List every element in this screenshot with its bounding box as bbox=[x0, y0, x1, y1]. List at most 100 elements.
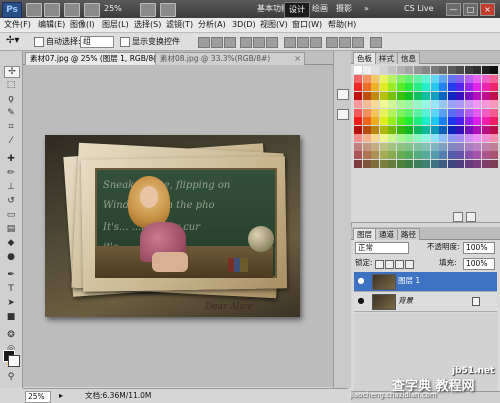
hand-tool-icon[interactable] bbox=[84, 3, 100, 17]
color-swatch[interactable] bbox=[371, 108, 379, 117]
color-swatch[interactable] bbox=[481, 66, 490, 74]
align-bottom-icon[interactable] bbox=[224, 37, 236, 48]
color-swatch[interactable] bbox=[464, 117, 473, 125]
color-swatch[interactable] bbox=[447, 74, 456, 83]
color-swatch[interactable] bbox=[396, 83, 405, 91]
tab-paths[interactable]: 路径 bbox=[397, 228, 420, 240]
color-swatch[interactable] bbox=[388, 125, 396, 134]
3d-rotate-tool-icon[interactable]: ❂ bbox=[4, 330, 18, 340]
color-swatch[interactable] bbox=[464, 142, 473, 151]
color-swatch[interactable] bbox=[354, 142, 362, 151]
distribute-vcenter-icon[interactable] bbox=[297, 37, 309, 48]
color-swatch[interactable] bbox=[379, 108, 388, 117]
color-swatch[interactable] bbox=[473, 142, 481, 151]
lock-image-icon[interactable] bbox=[385, 260, 394, 269]
distribute-bottom-icon[interactable] bbox=[310, 37, 322, 48]
color-swatch[interactable] bbox=[371, 134, 379, 142]
color-swatch[interactable] bbox=[371, 91, 379, 100]
color-swatch[interactable] bbox=[464, 91, 473, 100]
color-swatch[interactable] bbox=[481, 117, 490, 125]
color-swatch[interactable] bbox=[430, 159, 439, 168]
color-swatch[interactable] bbox=[362, 117, 371, 125]
status-menu-arrow-icon[interactable]: ▸ bbox=[59, 391, 63, 401]
status-zoom-field[interactable]: 25% bbox=[25, 391, 51, 403]
workspace-design[interactable]: 设计 bbox=[284, 2, 310, 18]
color-swatch[interactable] bbox=[354, 66, 362, 74]
color-swatch[interactable] bbox=[430, 125, 439, 134]
color-swatch[interactable] bbox=[388, 151, 396, 159]
history-panel-icon[interactable] bbox=[337, 89, 349, 100]
color-swatch[interactable] bbox=[396, 159, 405, 168]
color-swatch[interactable] bbox=[447, 100, 456, 108]
color-swatch[interactable] bbox=[405, 74, 413, 83]
color-swatch[interactable] bbox=[481, 74, 490, 83]
color-swatch[interactable] bbox=[379, 83, 388, 91]
color-swatch[interactable] bbox=[422, 74, 430, 83]
healing-brush-tool-icon[interactable]: ✚ bbox=[4, 154, 18, 164]
color-swatch[interactable] bbox=[439, 159, 447, 168]
color-swatch[interactable] bbox=[430, 91, 439, 100]
eye-icon[interactable]: ● bbox=[356, 276, 366, 286]
color-swatch[interactable] bbox=[430, 117, 439, 125]
document-tab-active[interactable]: 素材07.jpg @ 25% (图层 1, RGB/8) * × bbox=[25, 52, 162, 65]
workspace-painting[interactable]: 绘画 bbox=[308, 2, 332, 16]
tab-layers[interactable]: 图层 bbox=[353, 228, 376, 240]
color-swatch[interactable] bbox=[413, 83, 422, 91]
eraser-tool-icon[interactable]: ▭ bbox=[4, 210, 18, 220]
color-swatch[interactable] bbox=[379, 66, 388, 74]
workspace-more-chevron-icon[interactable]: » bbox=[360, 2, 373, 16]
move-tool-icon[interactable]: ✢ bbox=[4, 66, 20, 78]
color-swatch[interactable] bbox=[439, 125, 447, 134]
marquee-tool-icon[interactable]: ⬚ bbox=[4, 80, 18, 90]
color-swatch[interactable] bbox=[413, 125, 422, 134]
color-swatch[interactable] bbox=[379, 125, 388, 134]
color-swatch[interactable] bbox=[456, 151, 464, 159]
color-swatch[interactable] bbox=[371, 74, 379, 83]
color-swatch[interactable] bbox=[362, 125, 371, 134]
color-swatch[interactable] bbox=[405, 66, 413, 74]
fill-input[interactable]: 100% bbox=[463, 258, 495, 270]
color-swatch[interactable] bbox=[456, 91, 464, 100]
color-swatch[interactable] bbox=[422, 83, 430, 91]
color-swatch[interactable] bbox=[481, 108, 490, 117]
color-swatch[interactable] bbox=[405, 83, 413, 91]
tab-info[interactable]: 信息 bbox=[397, 52, 420, 64]
color-swatch[interactable] bbox=[439, 66, 447, 74]
color-swatch[interactable] bbox=[464, 125, 473, 134]
color-swatch[interactable] bbox=[396, 151, 405, 159]
color-swatch[interactable] bbox=[354, 117, 362, 125]
color-swatch[interactable] bbox=[447, 151, 456, 159]
menu-window[interactable]: 窗口(W) bbox=[292, 19, 322, 31]
type-tool-icon[interactable]: T bbox=[4, 284, 18, 294]
color-swatch[interactable] bbox=[447, 83, 456, 91]
color-swatch[interactable] bbox=[362, 66, 371, 74]
color-swatch[interactable] bbox=[371, 100, 379, 108]
color-swatch[interactable] bbox=[464, 134, 473, 142]
zoom-tool-icon[interactable]: ⚲ bbox=[4, 372, 18, 382]
lock-all-icon[interactable] bbox=[405, 260, 414, 269]
auto-select-target-select[interactable]: 组 bbox=[80, 36, 114, 48]
color-swatch[interactable] bbox=[413, 108, 422, 117]
color-swatch[interactable] bbox=[379, 117, 388, 125]
color-swatch[interactable] bbox=[456, 66, 464, 74]
color-swatch[interactable] bbox=[439, 142, 447, 151]
opacity-input[interactable]: 100% bbox=[463, 242, 495, 254]
color-swatch[interactable] bbox=[388, 117, 396, 125]
gradient-tool-icon[interactable]: ▤ bbox=[4, 224, 18, 234]
color-swatch[interactable] bbox=[456, 83, 464, 91]
color-swatch[interactable] bbox=[464, 83, 473, 91]
tab-channels[interactable]: 通道 bbox=[375, 228, 398, 240]
color-swatch[interactable] bbox=[481, 134, 490, 142]
auto-select-checkbox[interactable] bbox=[34, 37, 44, 47]
color-swatch[interactable] bbox=[430, 151, 439, 159]
background-color-swatch[interactable] bbox=[8, 355, 20, 367]
color-swatch[interactable] bbox=[430, 100, 439, 108]
layer-row[interactable]: ● 背景 bbox=[354, 292, 497, 312]
align-vcenter-icon[interactable] bbox=[211, 37, 223, 48]
zoom-level-select[interactable]: 25% bbox=[104, 3, 128, 15]
color-swatch[interactable] bbox=[379, 100, 388, 108]
color-swatch[interactable] bbox=[473, 159, 481, 168]
color-swatch[interactable] bbox=[413, 142, 422, 151]
arrange-documents-icon[interactable] bbox=[140, 3, 156, 17]
color-swatch[interactable] bbox=[396, 142, 405, 151]
